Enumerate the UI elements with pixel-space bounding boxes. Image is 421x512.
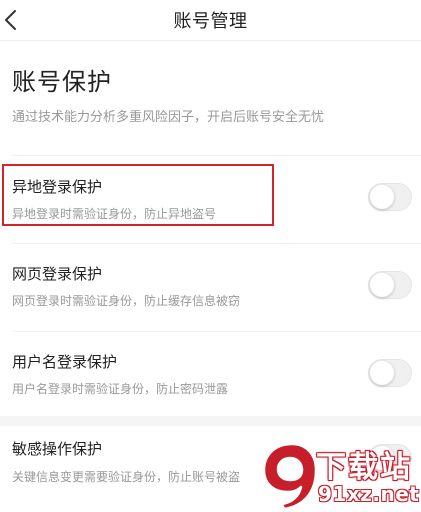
setting-row-web-login[interactable]: 网页登录保护 网页登录时需验证身份，防止缓存信息被窃 — [0, 244, 421, 330]
toggle-knob — [370, 185, 394, 209]
setting-subtitle: 用户名登录时需验证身份，防止密码泄露 — [12, 382, 229, 396]
highlight-box — [2, 164, 274, 226]
toggle-knob — [370, 273, 394, 297]
setting-title: 用户名登录保护 — [12, 353, 118, 371]
watermark-logo: 下载站 91xz.net — [256, 438, 421, 510]
setting-title: 网页登录保护 — [12, 265, 103, 283]
section-description: 通过技术能力分析多重风险因子，开启后账号安全无忧 — [12, 110, 325, 125]
section-title: 账号保护 — [12, 68, 112, 96]
remote-login-toggle[interactable] — [368, 183, 412, 211]
setting-title: 敏感操作保护 — [12, 440, 103, 458]
setting-subtitle: 关键信息变更需要验证身份，防止账号被盗 — [12, 470, 241, 484]
section-gap — [0, 416, 421, 426]
web-login-toggle[interactable] — [368, 271, 412, 299]
setting-row-username-login[interactable]: 用户名登录保护 用户名登录时需验证身份，防止密码泄露 — [0, 332, 421, 418]
watermark-line2: 91xz.net — [318, 482, 420, 506]
username-login-toggle[interactable] — [368, 359, 412, 387]
nav-bar: 账号管理 — [0, 0, 421, 41]
page-title: 账号管理 — [173, 11, 248, 32]
watermark-line1: 下载站 — [316, 450, 412, 485]
setting-subtitle: 网页登录时需验证身份，防止缓存信息被窃 — [12, 294, 241, 308]
toggle-knob — [370, 361, 394, 385]
